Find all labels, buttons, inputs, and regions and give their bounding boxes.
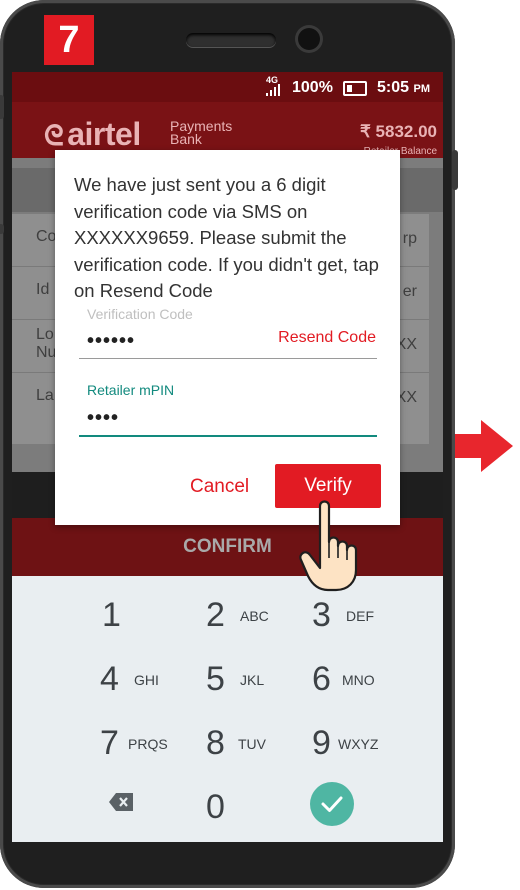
key-digit: 6 xyxy=(312,660,331,698)
key-digit: 0 xyxy=(206,788,225,826)
key-5[interactable]: 5 JKL xyxy=(206,650,306,706)
verification-code-label: Verification Code xyxy=(87,306,193,322)
brand-name: airtel xyxy=(67,116,141,152)
key-letters: JKL xyxy=(240,672,265,688)
key-letters: ABC xyxy=(240,608,269,624)
form-row-label: La xyxy=(36,387,54,404)
key-letters: DEF xyxy=(346,608,374,624)
mpin-value: •••• xyxy=(87,407,120,429)
key-8[interactable]: 8 TUV xyxy=(206,714,306,770)
numeric-keypad: 1 2 ABC 3 DEF 4 GHI 5 JKL 6 MNO 7 PRQS 8… xyxy=(12,576,443,842)
battery-percent: 100% xyxy=(292,79,333,96)
form-row-value: rp xyxy=(402,230,417,247)
dialog-message: We have just sent you a 6 digit verifica… xyxy=(74,174,379,301)
key-2[interactable]: 2 ABC xyxy=(206,586,306,642)
form-row-label: Lo Nu xyxy=(36,326,57,361)
airtel-swirl-icon: ᘓ xyxy=(44,120,64,151)
phone-side-button xyxy=(452,150,458,190)
check-icon xyxy=(321,796,343,812)
confirm-button[interactable]: CONFIRM xyxy=(12,518,443,576)
battery-icon xyxy=(343,81,367,96)
key-digit: 5 xyxy=(206,660,225,698)
key-6[interactable]: 6 MNO xyxy=(312,650,412,706)
key-digit: 3 xyxy=(312,596,331,634)
field-underline xyxy=(79,435,377,437)
key-digit: 8 xyxy=(206,724,225,762)
key-digit: 9 xyxy=(312,724,331,762)
backspace-icon[interactable] xyxy=(108,792,134,812)
step-number-badge: 7 xyxy=(44,15,94,65)
status-bar: 4G 100% 5:05 PM xyxy=(12,72,443,102)
phone-side-button xyxy=(0,95,4,119)
brand-subtitle: Payments Bank xyxy=(170,119,232,147)
airtel-logo: ᘓ airtel xyxy=(44,116,141,153)
verification-code-value: •••••• xyxy=(87,330,136,352)
key-0[interactable]: 0 xyxy=(206,778,306,834)
field-underline xyxy=(79,358,377,359)
cancel-button[interactable]: Cancel xyxy=(190,476,249,498)
form-row-label: Id xyxy=(36,281,50,298)
key-letters: WXYZ xyxy=(338,736,379,752)
clock: 5:05 PM xyxy=(377,79,430,97)
key-letters: TUV xyxy=(238,736,266,752)
clock-time: 5:05 xyxy=(377,79,410,96)
retailer-balance: ₹ 5832.00 xyxy=(360,122,437,141)
key-letters: PRQS xyxy=(128,736,168,752)
key-digit: 2 xyxy=(206,596,225,634)
phone-speaker xyxy=(186,33,276,47)
key-digit: 1 xyxy=(102,596,121,634)
mpin-label: Retailer mPIN xyxy=(87,382,175,398)
key-3[interactable]: 3 DEF xyxy=(312,586,412,642)
key-letters: GHI xyxy=(134,672,159,688)
brand-sub-line-2: Bank xyxy=(170,131,202,147)
mpin-field[interactable]: Retailer mPIN •••• xyxy=(79,382,377,438)
phone-camera xyxy=(298,28,320,50)
phone-side-button xyxy=(0,224,4,234)
key-letters: MNO xyxy=(342,672,375,688)
key-1[interactable]: 1 xyxy=(102,586,202,642)
next-step-arrow-icon xyxy=(455,416,515,476)
key-9[interactable]: 9 WXYZ xyxy=(312,714,412,770)
clock-ampm: PM xyxy=(413,83,430,95)
key-7[interactable]: 7 PRQS xyxy=(100,714,200,770)
tap-hand-icon xyxy=(298,496,368,594)
key-digit: 4 xyxy=(100,660,119,698)
key-digit: 7 xyxy=(100,724,119,762)
signal-icon: 4G xyxy=(266,76,280,97)
verification-dialog: We have just sent you a 6 digit verifica… xyxy=(55,150,400,525)
form-row-value: er xyxy=(402,283,417,300)
resend-code-link[interactable]: Resend Code xyxy=(278,329,376,347)
key-4[interactable]: 4 GHI xyxy=(100,650,200,706)
form-row-label: Co xyxy=(36,228,57,245)
done-check-button[interactable] xyxy=(310,782,354,826)
